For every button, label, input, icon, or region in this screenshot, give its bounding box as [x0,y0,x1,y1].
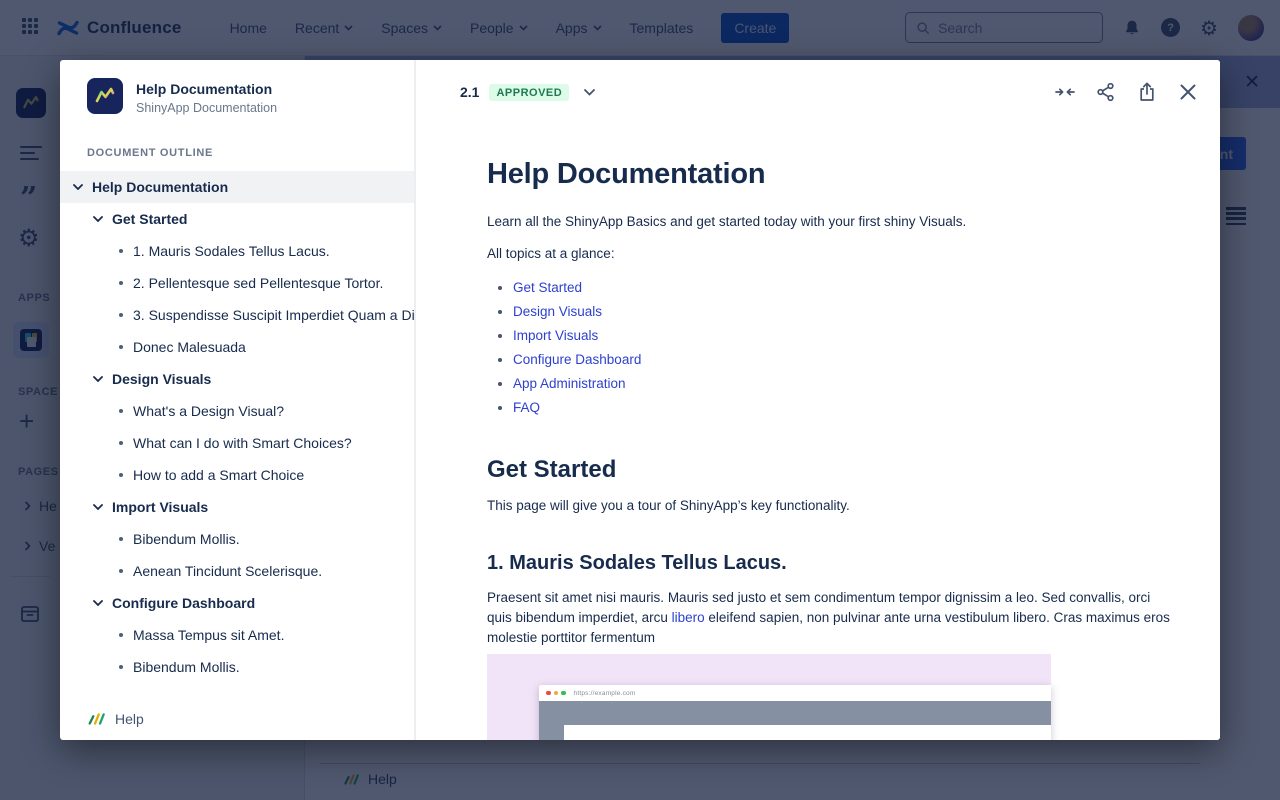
traffic-dot-yellow [554,691,559,696]
outline-item[interactable]: Donec Malesuada [60,331,414,363]
section-intro-paragraph: This page will give you a tour of ShinyA… [487,496,1172,516]
outline-item[interactable]: Aenean Tincidunt Scelerisque. [60,555,414,587]
page-title: Help Documentation [487,158,1172,191]
intro-paragraph: Learn all the ShinyApp Basics and get st… [487,212,1172,232]
outline-item[interactable]: How to add a Smart Choice [60,459,414,491]
list-item: Get Started [513,276,1172,300]
document-content: Help Documentation Learn all the ShinyAp… [487,124,1172,740]
outline-item[interactable]: Bibendum Mollis. [60,651,414,683]
outline-item[interactable]: 1. Mauris Sodales Tellus Lacus. [60,235,414,267]
close-icon [1179,83,1197,101]
outline-item-configure-dashboard[interactable]: Configure Dashboard [60,587,414,619]
help-documentation-modal: Help Documentation ShinyApp Documentatio… [60,60,1220,740]
mock-url: https://example.com [574,690,636,697]
toc-link-app-administration[interactable]: App Administration [513,376,626,391]
bullet-icon [119,473,123,477]
bullet-icon [119,345,123,349]
subsection-heading: 1. Mauris Sodales Tellus Lacus. [487,552,1172,575]
bullet-icon [119,569,123,573]
list-item: Configure Dashboard [513,348,1172,372]
bullet-icon [119,249,123,253]
toc-link-design-visuals[interactable]: Design Visuals [513,304,602,319]
list-item: Import Visuals [513,324,1172,348]
document-subtitle: ShinyApp Documentation [136,101,277,115]
inline-link[interactable]: libero [672,610,705,625]
bullet-icon [119,281,123,285]
collapse-width-button[interactable] [1055,82,1075,102]
embedded-screenshot: https://example.com [487,654,1051,740]
export-icon [1137,82,1157,102]
outline-item[interactable]: Bibendum Mollis. [60,523,414,555]
outline-item-help-documentation[interactable]: Help Documentation [60,171,414,203]
browser-body [539,701,1051,740]
document-toolbar: 2.1 APPROVED [416,60,1220,124]
version-number: 2.1 [460,84,479,100]
chevron-down-icon [93,504,103,510]
list-item: Design Visuals [513,300,1172,324]
document-title: Help Documentation [136,78,277,97]
bullet-icon [119,633,123,637]
outline-item-get-started[interactable]: Get Started [60,203,414,235]
outline-item-design-visuals[interactable]: Design Visuals [60,363,414,395]
chevron-down-icon [584,89,595,96]
close-modal-button[interactable] [1178,82,1198,102]
outline-item[interactable]: 2. Pellentesque sed Pellentesque Tortor. [60,267,414,299]
bullet-icon [119,409,123,413]
outline-item[interactable]: What can I do with Smart Choices? [60,427,414,459]
outline-tree: Help Documentation Get Started 1. Mauris… [60,171,414,683]
toc-link-import-visuals[interactable]: Import Visuals [513,328,598,343]
chevron-down-icon [93,376,103,382]
shinyapp-doc-icon [87,78,123,114]
glance-paragraph: All topics at a glance: [487,244,1172,264]
outline-caption: DOCUMENT OUTLINE [87,147,414,159]
list-item: FAQ [513,396,1172,420]
bullet-icon [119,313,123,317]
toc-link-faq[interactable]: FAQ [513,400,540,415]
status-badge: APPROVED [489,84,569,101]
outline-item-import-visuals[interactable]: Import Visuals [60,491,414,523]
share-button[interactable] [1096,82,1116,102]
share-icon [1096,82,1116,102]
chevron-down-icon [93,216,103,222]
bullet-icon [119,537,123,541]
list-item: App Administration [513,372,1172,396]
chart-zigzag-icon [93,84,117,108]
chevron-down-icon [93,600,103,606]
document-preview-pane: 2.1 APPROVED [416,60,1220,740]
collapse-arrows-icon [1055,82,1075,102]
help-slashes-icon [87,711,105,727]
traffic-dot-red [546,691,551,696]
toc-link-get-started[interactable]: Get Started [513,280,582,295]
outline-item[interactable]: Massa Tempus sit Amet. [60,619,414,651]
browser-url-bar: https://example.com [539,685,1051,701]
document-header: Help Documentation ShinyApp Documentatio… [60,60,414,115]
toc-link-configure-dashboard[interactable]: Configure Dashboard [513,352,641,367]
bullet-icon [119,441,123,445]
outline-item[interactable]: What's a Design Visual? [60,395,414,427]
section-heading: Get Started [487,456,1172,484]
export-button[interactable] [1137,82,1157,102]
browser-mockup: https://example.com [539,685,1051,740]
traffic-dot-green [561,691,566,696]
modal-help-link[interactable]: Help [87,711,144,727]
browser-inner-panel [564,725,1051,740]
chevron-down-icon [73,184,83,190]
bullet-icon [119,665,123,669]
outline-item[interactable]: 3. Suspendisse Suscipit Imperdiet Quam a… [60,299,414,331]
topics-list: Get Started Design Visuals Import Visual… [513,276,1172,420]
version-dropdown[interactable] [584,89,595,96]
body-paragraph: Praesent sit amet nisi mauris. Mauris se… [487,588,1172,648]
document-outline-panel: Help Documentation ShinyApp Documentatio… [60,60,416,740]
